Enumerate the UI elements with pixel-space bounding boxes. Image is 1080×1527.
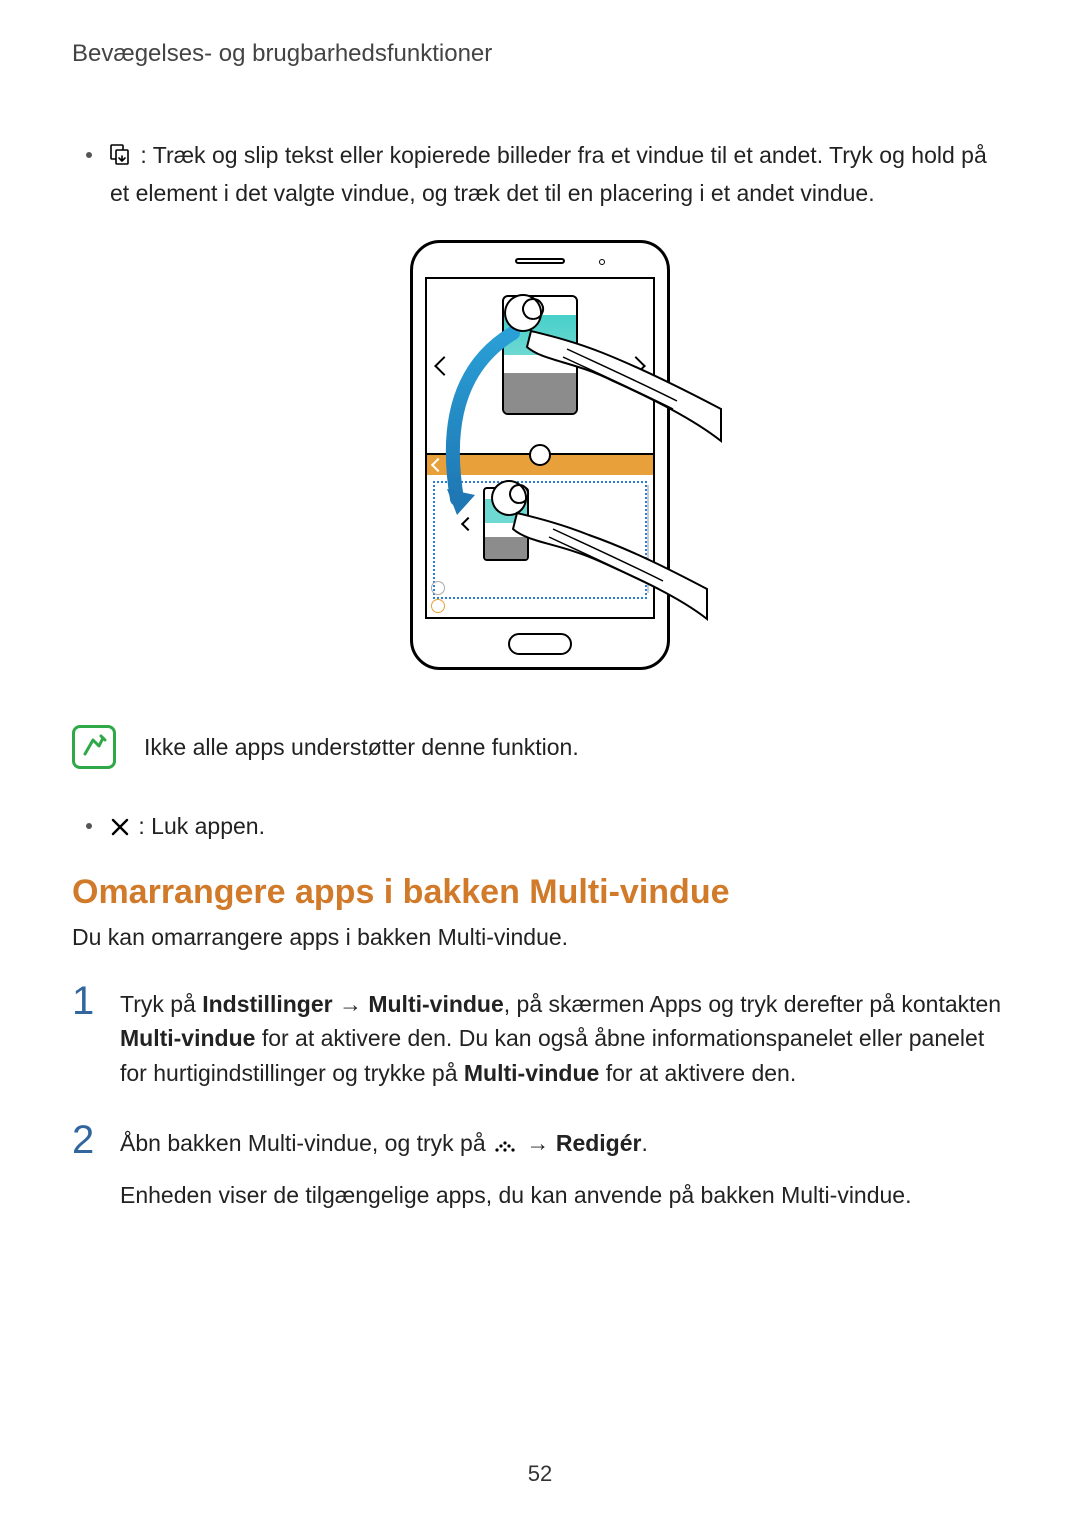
step-text: , på skærmen Apps og tryk derefter på ko… — [504, 991, 1001, 1017]
dropped-thumbnail — [483, 487, 529, 561]
note-icon — [72, 725, 116, 769]
arrow-separator: → — [333, 991, 369, 1017]
bullet-content: : Luk appen. — [110, 809, 1008, 847]
edit-label: Redigér — [556, 1130, 642, 1156]
multiwindow-label: Multi-vindue — [120, 1025, 255, 1051]
step-text: . — [641, 1130, 647, 1156]
tray-dots-icon — [492, 1129, 518, 1164]
bullet-content: : Træk og slip tekst eller kopierede bil… — [110, 138, 1008, 210]
step-body: Tryk på Indstillinger → Multi-vindue, på… — [120, 981, 1008, 1091]
home-button-icon — [508, 633, 572, 655]
note-text: Ikke alle apps understøtter denne funkti… — [144, 734, 579, 761]
phone-outline — [410, 240, 670, 670]
pane-divider-handle — [529, 444, 551, 466]
illustration — [72, 240, 1008, 675]
gallery-thumbnail — [502, 295, 578, 415]
arrow-separator: → — [520, 1130, 556, 1156]
multiwindow-label: Multi-vindue — [368, 991, 503, 1017]
bullet-dot — [86, 823, 92, 829]
drop-zone — [433, 481, 647, 599]
step-text: Enheden viser de tilgængelige apps, du k… — [120, 1178, 1008, 1213]
note-block: Ikke alle apps understøtter denne funkti… — [72, 725, 1008, 769]
bottom-multiwindow-pane — [427, 455, 653, 617]
step-number: 2 — [72, 1120, 98, 1160]
page-header: Bevægelses- og brugbarhedsfunktioner — [72, 40, 1008, 68]
step-text: Tryk på — [120, 991, 202, 1017]
step-1: 1 Tryk på Indstillinger → Multi-vindue, … — [72, 981, 1008, 1091]
step-body: Åbn bakken Multi-vindue, og tryk på → Re… — [120, 1120, 1008, 1212]
bullet-drag-text: : Træk og slip tekst eller kopierede bil… — [110, 142, 987, 206]
section-intro: Du kan omarrangere apps i bakken Multi-v… — [72, 924, 1008, 951]
step-text: for at aktivere den. — [599, 1060, 796, 1086]
step-number: 1 — [72, 981, 98, 1021]
multiwindow-label: Multi-vindue — [464, 1060, 599, 1086]
step-2: 2 Åbn bakken Multi-vindue, og tryk på → … — [72, 1120, 1008, 1212]
bullet-dot — [86, 152, 92, 158]
page-number: 52 — [528, 1461, 552, 1487]
drag-content-icon — [110, 141, 132, 176]
bullet-drag-drop: : Træk og slip tekst eller kopierede bil… — [86, 138, 1008, 210]
section-title: Omarrangere apps i bakken Multi-vindue — [72, 873, 1008, 912]
top-multiwindow-pane — [427, 279, 653, 455]
chevron-right-icon — [626, 356, 646, 376]
chevron-left-icon — [434, 356, 454, 376]
bullet-close-text: : Luk appen. — [132, 813, 265, 839]
attachment-icons — [431, 581, 445, 613]
settings-label: Indstillinger — [202, 991, 332, 1017]
close-icon — [110, 812, 130, 847]
step-text: Åbn bakken Multi-vindue, og tryk på — [120, 1130, 492, 1156]
bullet-close-app: : Luk appen. — [86, 809, 1008, 847]
